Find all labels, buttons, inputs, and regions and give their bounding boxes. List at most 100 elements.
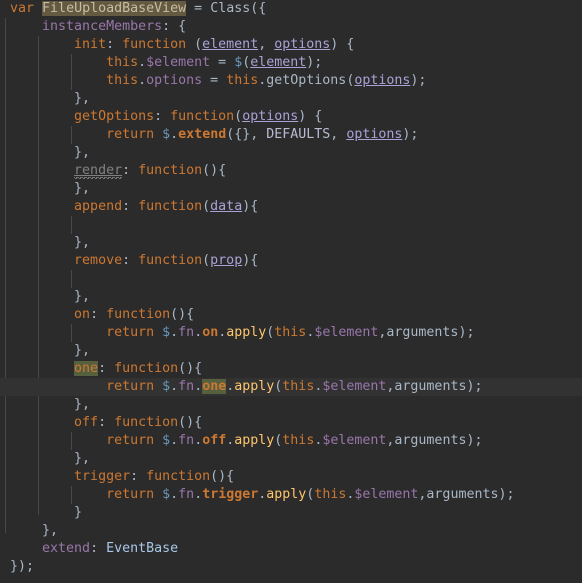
code-line-29[interactable]: } xyxy=(0,504,582,522)
field-options: options xyxy=(146,73,203,88)
param-options: options xyxy=(242,109,299,124)
param-element-ref: element xyxy=(250,55,307,70)
call-getoptions: getOptions xyxy=(266,73,347,88)
keyword-function: function xyxy=(138,253,203,268)
method-off: off xyxy=(74,415,99,430)
key-extend: extend xyxy=(42,541,91,556)
keyword-return: return xyxy=(106,379,155,394)
method-render-warning: render xyxy=(74,163,123,180)
code-line-8[interactable]: return $.extend({}, DEFAULTS, options); xyxy=(0,126,582,144)
code-line-7[interactable]: getOptions: function(options) { xyxy=(0,108,582,126)
code-line-11[interactable]: }, xyxy=(0,180,582,198)
code-line-6[interactable]: }, xyxy=(0,90,582,108)
key-instancemembers: instanceMembers xyxy=(42,19,163,34)
keyword-function: function xyxy=(138,199,203,214)
field-fn: fn xyxy=(178,379,195,394)
param-data: data xyxy=(210,199,243,214)
code-line-2[interactable]: instanceMembers: { xyxy=(0,18,582,36)
class-factory: Class xyxy=(210,1,251,16)
keyword-this: this xyxy=(106,73,139,88)
code-line-4[interactable]: this.$element = $(element); xyxy=(0,54,582,72)
jquery-dollar: $ xyxy=(162,325,171,340)
method-remove: remove xyxy=(74,253,123,268)
keyword-function: function xyxy=(106,307,171,322)
code-line-16-blank[interactable] xyxy=(0,270,582,288)
code-line-21[interactable]: one: function(){ xyxy=(0,360,582,378)
field-dollar-element: $element xyxy=(322,433,387,448)
call-apply: apply xyxy=(234,433,275,448)
code-line-19[interactable]: return $.fn.on.apply(this.$element,argum… xyxy=(0,324,582,342)
keyword-this: this xyxy=(314,487,347,502)
keyword-arguments: arguments xyxy=(394,379,467,394)
code-line-27[interactable]: trigger: function(){ xyxy=(0,468,582,486)
call-apply: apply xyxy=(234,379,275,394)
code-line-15[interactable]: remove: function(prop){ xyxy=(0,252,582,270)
code-line-12[interactable]: append: function(data){ xyxy=(0,198,582,216)
keyword-return: return xyxy=(106,487,155,502)
keyword-function: function xyxy=(138,163,203,178)
code-line-14[interactable]: }, xyxy=(0,234,582,252)
keyword-function: function xyxy=(122,37,187,52)
keyword-this: this xyxy=(282,433,315,448)
keyword-arguments: arguments xyxy=(426,487,499,502)
call-apply: apply xyxy=(266,487,307,502)
keyword-this: this xyxy=(106,55,139,70)
code-line-24[interactable]: off: function(){ xyxy=(0,414,582,432)
keyword-return: return xyxy=(106,325,155,340)
field-fn: fn xyxy=(178,325,195,340)
code-line-28[interactable]: return $.fn.trigger.apply(this.$element,… xyxy=(0,486,582,504)
param-options-ref: options xyxy=(346,127,403,142)
call-one-highlighted[interactable]: one xyxy=(202,379,227,394)
jquery-dollar: $ xyxy=(162,487,171,502)
method-trigger: trigger xyxy=(74,469,131,484)
selected-class-name[interactable]: FileUploadBaseView xyxy=(42,1,187,16)
code-line-10[interactable]: render: function(){ xyxy=(0,162,582,180)
code-line-17[interactable]: }, xyxy=(0,288,582,306)
field-fn: fn xyxy=(178,433,195,448)
code-line-26[interactable]: }, xyxy=(0,450,582,468)
code-line-18[interactable]: on: function(){ xyxy=(0,306,582,324)
keyword-return: return xyxy=(106,127,155,142)
keyword-function: function xyxy=(114,361,179,376)
jquery-dollar: $ xyxy=(162,379,171,394)
param-options: options xyxy=(274,37,331,52)
keyword-arguments: arguments xyxy=(394,433,467,448)
code-line-5[interactable]: this.options = this.getOptions(options); xyxy=(0,72,582,90)
field-dollar-element: $element xyxy=(322,379,387,394)
keyword-this: this xyxy=(274,325,307,340)
code-line-1[interactable]: var FileUploadBaseView = Class({ xyxy=(0,0,582,18)
code-line-13-blank[interactable] xyxy=(0,216,582,234)
method-on: on xyxy=(74,307,91,322)
param-element: element xyxy=(202,37,259,52)
keyword-function: function xyxy=(170,109,235,124)
call-apply: apply xyxy=(226,325,267,340)
keyword-return: return xyxy=(106,433,155,448)
code-editor-viewport[interactable]: var FileUploadBaseView = Class({ instanc… xyxy=(0,0,582,583)
const-defaults: DEFAULTS xyxy=(266,127,331,142)
code-line-20[interactable]: }, xyxy=(0,342,582,360)
method-init: init xyxy=(74,37,107,52)
call-trigger: trigger xyxy=(202,487,259,502)
method-one-highlighted[interactable]: one xyxy=(74,361,99,376)
keyword-function: function xyxy=(114,415,179,430)
keyword-this: this xyxy=(226,73,259,88)
code-line-22-current[interactable]: return $.fn.one.apply(this.$element,argu… xyxy=(0,378,582,396)
keyword-arguments: arguments xyxy=(386,325,459,340)
method-append: append xyxy=(74,199,123,214)
field-dollar-element: $element xyxy=(354,487,419,502)
call-extend: extend xyxy=(178,127,227,142)
code-line-32[interactable]: }); xyxy=(0,558,582,576)
code-line-25[interactable]: return $.fn.off.apply(this.$element,argu… xyxy=(0,432,582,450)
code-lines-container[interactable]: var FileUploadBaseView = Class({ instanc… xyxy=(0,0,582,576)
field-dollar-element: $element xyxy=(314,325,379,340)
code-line-9[interactable]: }, xyxy=(0,144,582,162)
code-line-3[interactable]: init: function (element, options) { xyxy=(0,36,582,54)
jquery-dollar: $ xyxy=(162,433,171,448)
call-on: on xyxy=(202,325,219,340)
code-line-23[interactable]: }, xyxy=(0,396,582,414)
keyword-function: function xyxy=(146,469,211,484)
code-line-31[interactable]: extend: EventBase xyxy=(0,540,582,558)
call-off: off xyxy=(202,433,227,448)
param-prop: prop xyxy=(210,253,243,268)
code-line-30[interactable]: }, xyxy=(0,522,582,540)
